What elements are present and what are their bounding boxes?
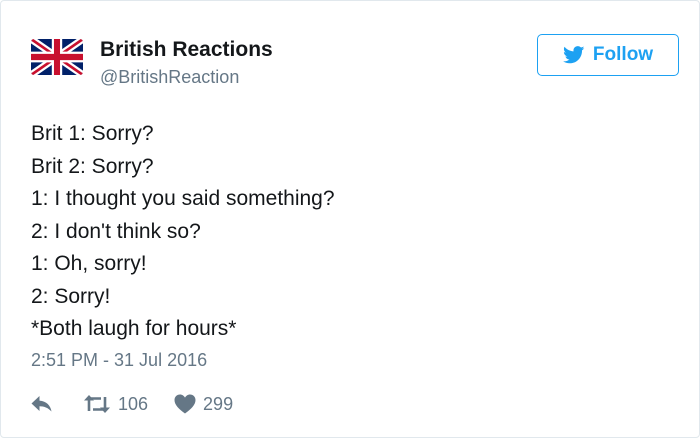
tweet-line: 2: Sorry! [31, 284, 111, 308]
author-name[interactable]: British Reactions [100, 38, 273, 62]
tweet-line: 1: I thought you said something? [31, 187, 335, 210]
like-button[interactable]: 299 [174, 394, 233, 415]
tweet-text: Brit 1: Sorry? Brit 2: Sorry? 1: I thoug… [31, 118, 671, 346]
tweet-line: 1: Oh, sorry! [31, 252, 147, 275]
follow-label: Follow [592, 44, 654, 65]
heart-icon [174, 394, 196, 414]
tweet-timestamp[interactable]: 2:51 PM - 31 Jul 2016 [31, 350, 207, 371]
union-jack-flag-icon[interactable] [31, 39, 83, 75]
retweet-button[interactable]: 106 [83, 394, 148, 415]
retweet-icon [84, 395, 110, 413]
tweet-line: *Both laugh for hours* [31, 317, 237, 340]
tweet-card: British Reactions @BritishReaction Follo… [0, 0, 700, 438]
tweet-line: 2: I don't think so? [31, 219, 201, 243]
tweet-line: Brit 2: Sorry? [31, 154, 154, 178]
author-handle[interactable]: @BritishReaction [100, 67, 239, 88]
twitter-bird-icon [562, 46, 585, 64]
reply-icon [31, 396, 52, 412]
follow-button[interactable]: Follow [537, 34, 679, 76]
retweet-count: 106 [118, 393, 149, 414]
reply-button[interactable] [31, 395, 53, 413]
like-count: 299 [203, 393, 234, 414]
tweet-actions: 106 299 [31, 389, 233, 419]
tweet-line: Brit 1: Sorry? [31, 122, 154, 145]
